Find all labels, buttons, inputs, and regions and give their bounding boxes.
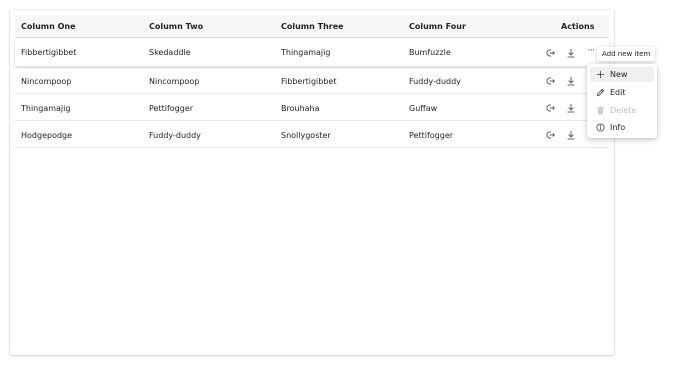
- cell-column-four: Guffaw: [409, 103, 438, 113]
- plus-icon: [595, 70, 605, 80]
- menu-item-label: New: [610, 70, 628, 79]
- cell-column-two: Pettifogger: [149, 103, 194, 113]
- column-header-four[interactable]: Column Four: [409, 15, 466, 37]
- info-icon: [595, 123, 605, 133]
- column-header-actions: Actions: [561, 21, 595, 31]
- download-icon[interactable]: [565, 47, 577, 59]
- menu-item-delete: Delete: [590, 103, 654, 118]
- table-row[interactable]: Fibbertigibbet Skedaddle Thingamajig Bum…: [15, 39, 609, 67]
- cell-column-four: Bumfuzzle: [409, 48, 451, 57]
- row-actions: [544, 96, 586, 120]
- row-actions: [544, 123, 586, 147]
- column-header-three[interactable]: Column Three: [281, 15, 344, 37]
- row-actions: ···: [544, 39, 596, 66]
- pencil-icon: [595, 88, 605, 98]
- tooltip-text: Add new item: [602, 50, 651, 58]
- menu-item-label: Delete: [610, 106, 637, 115]
- column-header-two[interactable]: Column Two: [149, 15, 203, 37]
- menu-item-edit[interactable]: Edit: [590, 85, 654, 100]
- more-options-button[interactable]: ···: [586, 45, 596, 57]
- cell-column-three: Fibbertigibbet: [281, 76, 337, 86]
- menu-item-info[interactable]: Info: [590, 120, 654, 135]
- download-icon[interactable]: [565, 75, 577, 87]
- share-icon[interactable]: [544, 47, 556, 59]
- trash-icon: [595, 106, 605, 116]
- column-header-one[interactable]: Column One: [21, 15, 76, 37]
- table-row[interactable]: Hodgepodge Fuddy-duddy Snollygoster Pett…: [15, 123, 609, 148]
- cell-column-two: Nincompoop: [149, 76, 200, 86]
- table-row[interactable]: Thingamajig Pettifogger Brouhaha Guffaw: [15, 96, 609, 121]
- share-icon[interactable]: [544, 129, 556, 141]
- cell-column-one: Thingamajig: [21, 103, 71, 113]
- cell-column-three: Thingamajig: [281, 48, 331, 57]
- cell-column-three: Brouhaha: [281, 103, 320, 113]
- cell-column-one: Nincompoop: [21, 76, 72, 86]
- share-icon[interactable]: [544, 75, 556, 87]
- row-actions: [544, 69, 586, 93]
- menu-item-label: Info: [610, 123, 626, 132]
- cell-column-four: Fuddy-duddy: [409, 76, 461, 86]
- download-icon[interactable]: [565, 129, 577, 141]
- download-icon[interactable]: [565, 102, 577, 114]
- cell-column-four: Pettifogger: [409, 130, 454, 140]
- tooltip-add-new-item: Add new item: [597, 47, 656, 61]
- menu-item-label: Edit: [610, 88, 626, 97]
- cell-column-one: Hodgepodge: [21, 130, 73, 140]
- share-icon[interactable]: [544, 102, 556, 114]
- data-grid: Column One Column Two Column Three Colum…: [15, 15, 609, 148]
- more-icon: ···: [587, 45, 595, 56]
- table-row[interactable]: Nincompoop Nincompoop Fibbertigibbet Fud…: [15, 69, 609, 94]
- table-header-row: Column One Column Two Column Three Colum…: [15, 15, 609, 38]
- cell-column-two: Fuddy-duddy: [149, 130, 201, 140]
- row-context-menu: New Edit Delete Info: [587, 64, 657, 138]
- menu-item-new[interactable]: New: [590, 67, 654, 82]
- cell-column-two: Skedaddle: [149, 48, 191, 57]
- cell-column-one: Fibbertigibbet: [21, 48, 77, 57]
- cell-column-three: Snollygoster: [281, 130, 331, 140]
